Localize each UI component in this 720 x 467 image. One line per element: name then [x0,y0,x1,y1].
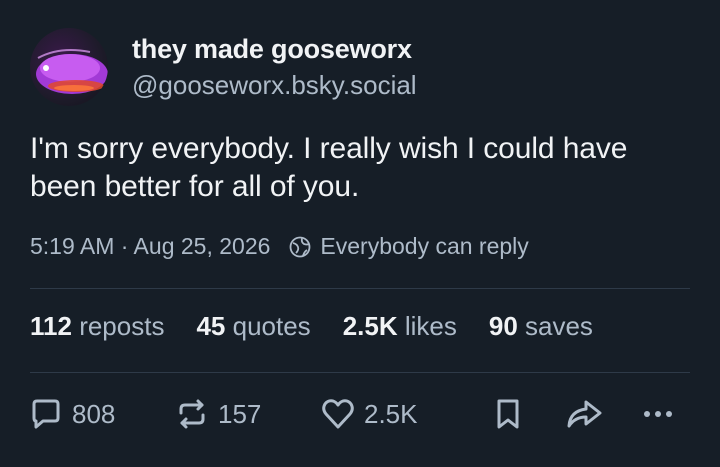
bookmark-button[interactable] [490,396,534,432]
quotes-count: 45 [196,311,226,341]
saves-stat[interactable]: 90 saves [489,311,593,342]
saves-label: saves [525,311,593,341]
share-icon [567,400,602,428]
ellipsis-icon [644,411,672,417]
reply-icon [32,399,60,429]
repost-button[interactable]: 157 [174,396,261,432]
more-options-button[interactable] [640,396,684,432]
likes-label: likes [404,311,457,341]
post-header: they made gooseworx @gooseworx.bsky.soci… [30,28,417,106]
purple-fish-avatar-icon [36,49,108,94]
engagement-stats: 112 reposts 45 quotes 2.5K likes 90 save… [30,311,625,342]
heart-icon [322,399,354,429]
reply-setting[interactable]: Everybody can reply [320,233,528,260]
saves-count: 90 [488,311,518,341]
post-actions: 808 157 2.5K [28,396,688,436]
repost-icon [179,399,205,429]
reposts-stat[interactable]: 112 reposts [30,311,164,342]
display-name[interactable]: they made gooseworx [132,33,417,65]
post-meta: 5:19 AM · Aug 25, 2026 Everybody can rep… [30,233,529,260]
likes-count: 2.5K [342,311,398,341]
likes-stat[interactable]: 2.5K likes [343,311,457,342]
like-button[interactable]: 2.5K [320,396,418,432]
share-button[interactable] [564,396,612,432]
globe-icon [288,235,312,259]
user-handle[interactable]: @gooseworx.bsky.social [132,69,417,101]
bookmark-icon [497,399,519,429]
divider [30,372,690,373]
avatar[interactable] [30,28,108,106]
post-timestamp[interactable]: 5:19 AM · Aug 25, 2026 [30,233,270,260]
repost-count: 157 [218,398,262,429]
divider [30,288,690,289]
like-count: 2.5K [364,398,418,429]
quotes-stat[interactable]: 45 quotes [196,311,310,342]
reply-count: 808 [72,398,116,429]
reposts-count: 112 [30,311,72,341]
post-text: I'm sorry everybody. I really wish I cou… [30,132,628,203]
reposts-label: reposts [79,311,165,341]
quotes-label: quotes [232,311,311,341]
reply-button[interactable]: 808 [28,396,115,432]
